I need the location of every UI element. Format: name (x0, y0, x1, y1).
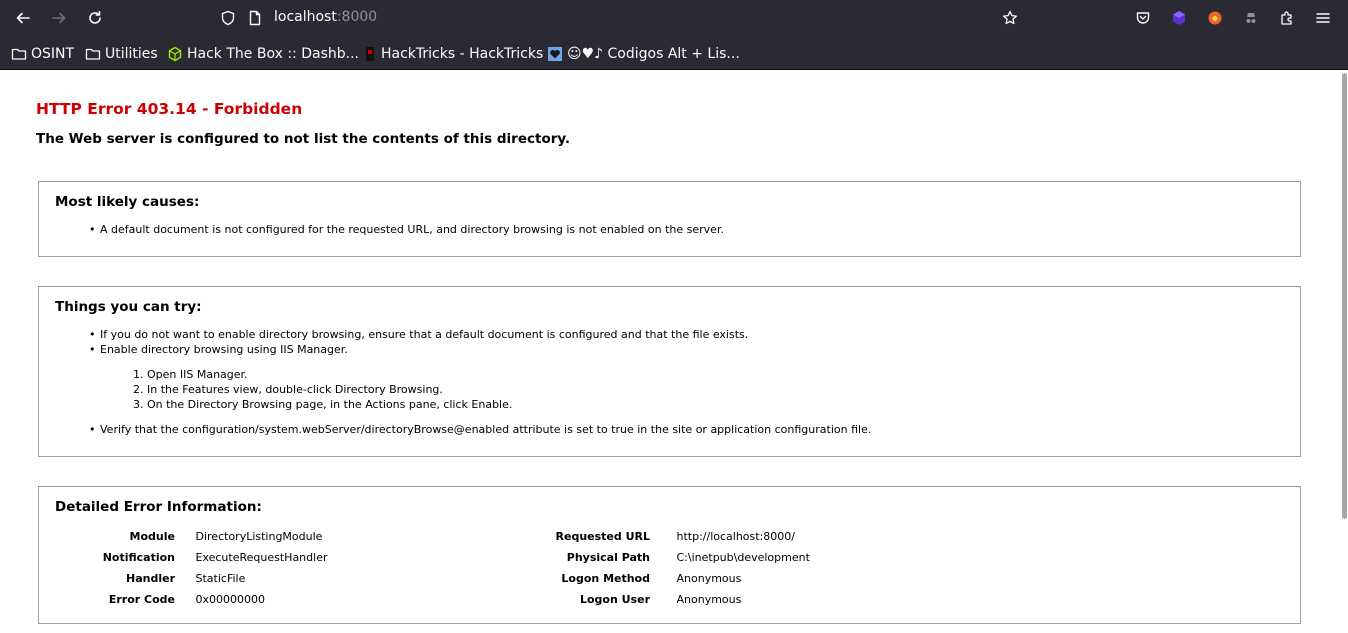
error-subtitle: The Web server is configured to not list… (36, 131, 571, 147)
bookmark-label: Utilities (105, 46, 158, 62)
star-icon (1003, 10, 1017, 25)
detail-row: Physical Path C:\inetpub\development (480, 550, 810, 565)
page-scrollbar[interactable] (1340, 71, 1348, 633)
detail-key: Physical Path (566, 551, 650, 564)
detail-row: Module DirectoryListingModule (35, 529, 323, 544)
detail-value: DirectoryListingModule (195, 530, 323, 543)
detail-value: StaticFile (195, 572, 246, 585)
url-port: :8000 (336, 9, 378, 25)
detail-value: Anonymous (676, 593, 742, 606)
page-icon (249, 10, 261, 26)
bookmark-star-button[interactable] (998, 6, 1022, 30)
reload-icon (89, 11, 101, 24)
detail-row: Handler StaticFile (35, 571, 245, 586)
site-info-button[interactable] (243, 6, 267, 30)
step-item: 1. Open IIS Manager. (133, 368, 248, 381)
detail-value: 0x00000000 (195, 593, 266, 606)
try-heading: Things you can try: (55, 299, 202, 315)
puzzle-icon (1281, 11, 1292, 25)
bookmark-label: OSINT (31, 46, 75, 62)
extensions-button[interactable] (1275, 6, 1299, 30)
extension-orange-button[interactable] (1203, 6, 1227, 30)
url-text[interactable]: localhost:8000 (274, 9, 377, 25)
address-bar[interactable]: localhost:8000 (210, 4, 1030, 32)
bookmark-hackthebox[interactable]: Hack The Box :: Dashb... (167, 43, 359, 65)
detail-key: Requested URL (555, 530, 650, 543)
url-host: localhost (274, 9, 337, 25)
folder-icon (85, 48, 101, 60)
step-item: 3. On the Directory Browsing page, in th… (133, 398, 513, 411)
heart-favicon-icon (548, 47, 562, 61)
detail-value: C:\inetpub\development (676, 551, 810, 564)
details-box: Detailed Error Information: Module Direc… (38, 486, 1301, 624)
page-content: HTTP Error 403.14 - Forbidden The Web se… (0, 71, 1340, 633)
detail-key: Logon User (579, 593, 650, 606)
foxy-icon (1208, 11, 1222, 25)
steps-list: 1. Open IIS Manager. 2. In the Features … (133, 367, 512, 412)
detail-key: Handler (126, 572, 175, 585)
bookmarks-toolbar: OSINT Utilities Hack The Box :: Dashb...… (0, 38, 1348, 68)
scrollbar-thumb[interactable] (1342, 73, 1347, 519)
bookmark-codigos-alt[interactable]: ☺♥♪ Codigos Alt + Lis... (547, 43, 740, 65)
list-item: If you do not want to enable directory b… (89, 327, 748, 342)
detail-row: Requested URL http://localhost:8000/ (480, 529, 795, 544)
bookmark-osint[interactable]: OSINT (11, 43, 74, 65)
shield-icon (221, 10, 235, 26)
detail-row: Logon User Anonymous (480, 592, 741, 607)
details-heading: Detailed Error Information: (55, 499, 262, 515)
causes-box: Most likely causes: A default document i… (38, 181, 1301, 257)
folder-icon (11, 48, 27, 60)
extension-gray-button[interactable] (1239, 6, 1263, 30)
hamburger-icon (1316, 13, 1330, 23)
detail-key: Module (129, 530, 175, 543)
bookmark-utilities[interactable]: Utilities (85, 43, 158, 65)
detail-value: ExecuteRequestHandler (195, 551, 328, 564)
list-item: Verify that the configuration/system.web… (89, 422, 871, 437)
back-button[interactable] (11, 6, 35, 30)
bookmark-label: HackTricks - HackTricks (381, 46, 544, 62)
try-list-2: Verify that the configuration/system.web… (89, 422, 871, 437)
causes-list: A default document is not configured for… (89, 222, 724, 237)
pocket-icon (1136, 12, 1150, 24)
spy-icon (1246, 13, 1256, 23)
pocket-button[interactable] (1131, 6, 1155, 30)
try-box: Things you can try: If you do not want t… (38, 286, 1301, 457)
bookmark-hacktricks[interactable]: HackTricks - HackTricks (363, 43, 543, 65)
step-item: 2. In the Features view, double-click Di… (133, 383, 443, 396)
menu-button[interactable] (1311, 6, 1335, 30)
try-list: If you do not want to enable directory b… (89, 327, 748, 357)
bookmark-label: Hack The Box :: Dashb... (187, 46, 359, 62)
forward-button[interactable] (47, 6, 71, 30)
nav-toolbar: localhost:8000 (0, 0, 1348, 36)
extension-purple-button[interactable] (1167, 6, 1191, 30)
arrow-left-icon (16, 12, 30, 24)
detail-row: Notification ExecuteRequestHandler (35, 550, 328, 565)
error-title: HTTP Error 403.14 - Forbidden (36, 100, 303, 118)
tracking-protection-button[interactable] (216, 6, 240, 30)
htb-cube-icon (168, 46, 182, 62)
detail-key: Notification (102, 551, 175, 564)
browser-chrome: localhost:8000 OSINT Utilities Hack The … (0, 0, 1348, 70)
list-item: Enable directory browsing using IIS Mana… (89, 342, 748, 357)
arrow-right-icon (52, 12, 66, 24)
detail-value: http://localhost:8000/ (676, 530, 795, 543)
causes-heading: Most likely causes: (55, 194, 200, 210)
detail-row: Logon Method Anonymous (480, 571, 741, 586)
hacktricks-icon (366, 47, 374, 61)
list-item: A default document is not configured for… (89, 222, 724, 237)
detail-key: Logon Method (561, 572, 650, 585)
detail-value: Anonymous (676, 572, 742, 585)
detail-key: Error Code (108, 593, 175, 606)
reload-button[interactable] (83, 6, 107, 30)
detail-row: Error Code 0x00000000 (35, 592, 265, 607)
purple-cube-icon (1173, 11, 1185, 25)
bookmark-label: ☺♥♪ Codigos Alt + Lis... (567, 46, 740, 62)
